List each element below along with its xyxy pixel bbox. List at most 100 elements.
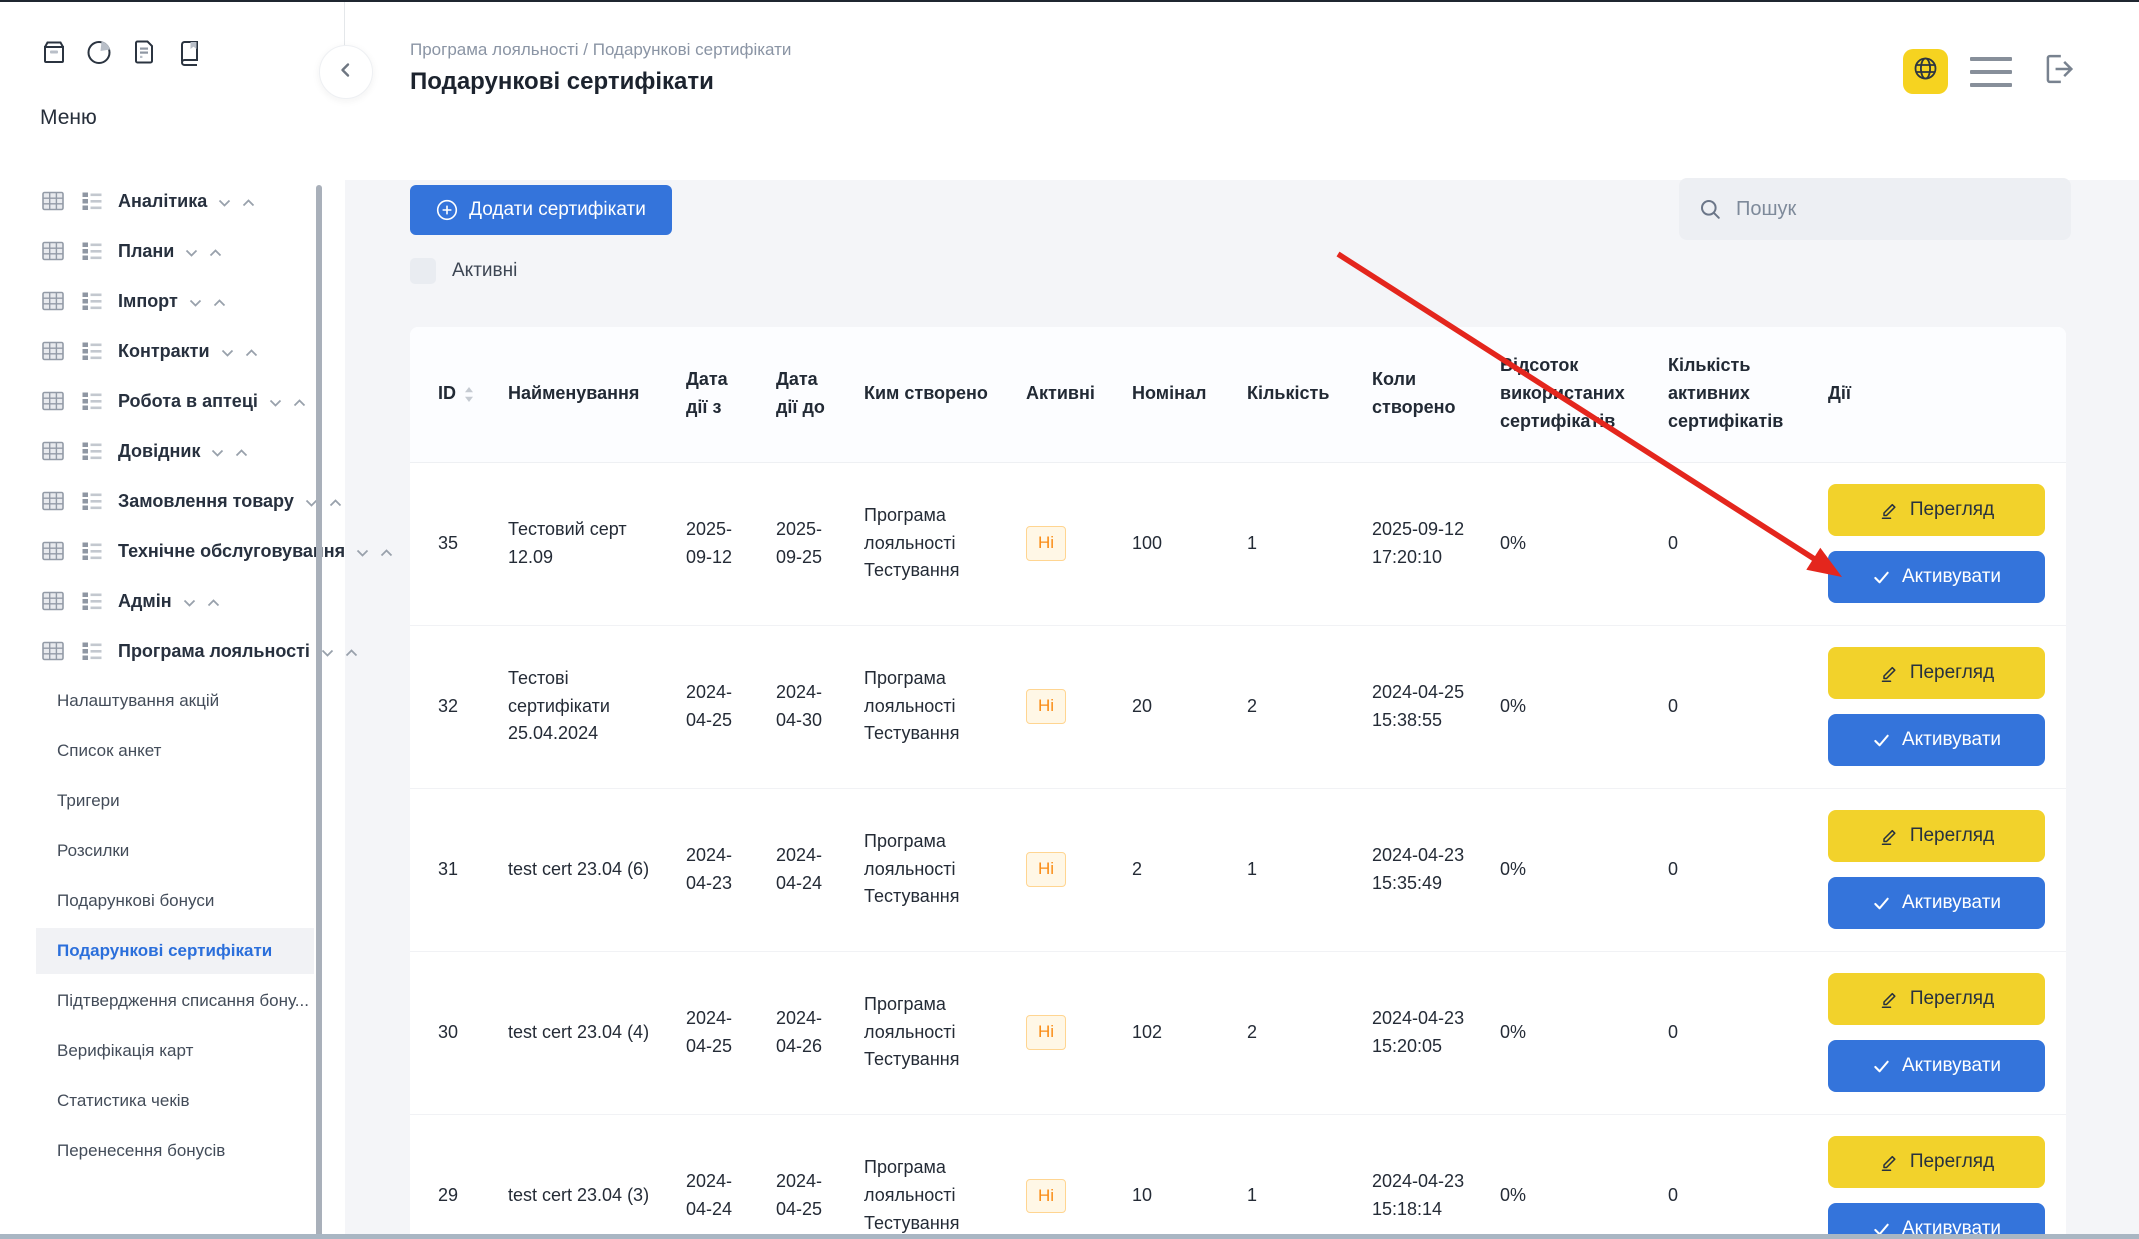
- table-row: 35 Тестовий серт 12.09 2025-09-12 2025-0…: [410, 462, 2066, 625]
- grid-icon: [40, 188, 66, 214]
- list-icon: [79, 188, 105, 214]
- edit-pencil-icon: [1879, 989, 1899, 1009]
- sidebar-item-contracts[interactable]: Контракти: [36, 328, 314, 374]
- sidebar-subitem-receipt-statistics[interactable]: Статистика чеків: [36, 1078, 314, 1124]
- sidebar-subitem-questionnaire-list[interactable]: Список анкет: [36, 728, 314, 774]
- list-icon: [79, 438, 105, 464]
- add-certificates-button[interactable]: Додати сертифікати: [410, 185, 672, 235]
- cell-name: test cert 23.04 (4): [492, 951, 670, 1114]
- chevron-up-icon: [207, 599, 220, 607]
- sidebar-item-goods-order[interactable]: Замовлення товару: [36, 478, 314, 524]
- col-header-quantity: Кількість: [1231, 327, 1356, 462]
- cell-date-from: 2024-04-25: [670, 625, 760, 788]
- cell-used-percent: 0%: [1484, 1114, 1652, 1239]
- cell-name: Тестовий серт 12.09: [492, 462, 670, 625]
- grid-icon: [40, 488, 66, 514]
- sidebar-subitem-gift-certificates[interactable]: Подарункові сертифікати: [36, 928, 314, 974]
- check-icon: [1872, 1057, 1891, 1076]
- cell-actions: Перегляд Активувати: [1812, 625, 2066, 788]
- chevron-up-icon: [345, 649, 358, 657]
- cell-created-at: 2024-04-23 15:35:49: [1356, 788, 1484, 951]
- cell-active: Ні: [1010, 625, 1116, 788]
- cell-id: 35: [410, 462, 492, 625]
- sidebar-subitem-gift-bonuses[interactable]: Подарункові бонуси: [36, 878, 314, 924]
- sort-icon[interactable]: [464, 386, 474, 403]
- view-button[interactable]: Перегляд: [1828, 647, 2045, 699]
- cell-created-at: 2025-09-12 17:20:10: [1356, 462, 1484, 625]
- cell-id: 31: [410, 788, 492, 951]
- sidebar-subitem-writeoff-confirmation[interactable]: Підтвердження списання бону...: [36, 978, 314, 1024]
- sidebar-item-import[interactable]: Імпорт: [36, 278, 314, 324]
- chevron-up-icon: [213, 299, 226, 307]
- header-divider: [344, 0, 345, 46]
- status-badge: Ні: [1026, 852, 1066, 886]
- horizontal-scrollbar[interactable]: [0, 1234, 2139, 1239]
- document-icon[interactable]: [130, 38, 158, 66]
- book-icon[interactable]: [175, 38, 203, 66]
- active-checkbox[interactable]: [410, 258, 436, 284]
- menu-title: Меню: [40, 106, 97, 130]
- activate-button[interactable]: Активувати: [1828, 877, 2045, 929]
- view-button[interactable]: Перегляд: [1828, 484, 2045, 536]
- cell-created-by: Програма лояльності Тестування: [848, 1114, 1010, 1239]
- sidebar-item-pharmacy-work[interactable]: Робота в аптеці: [36, 378, 314, 424]
- view-button[interactable]: Перегляд: [1828, 1136, 2045, 1188]
- search-input[interactable]: [1734, 197, 2051, 222]
- archive-icon[interactable]: [40, 38, 68, 66]
- cell-quantity: 2: [1231, 625, 1356, 788]
- table-row: 32 Тестові сертифікати 25.04.2024 2024-0…: [410, 625, 2066, 788]
- list-icon: [79, 488, 105, 514]
- list-icon: [79, 588, 105, 614]
- table-row: 31 test cert 23.04 (6) 2024-04-23 2024-0…: [410, 788, 2066, 951]
- activate-button[interactable]: Активувати: [1828, 1040, 2045, 1092]
- chevron-up-icon: [329, 499, 342, 507]
- check-icon: [1872, 568, 1891, 587]
- language-button[interactable]: [1903, 49, 1948, 94]
- sidebar-item-admin[interactable]: Адмін: [36, 578, 314, 624]
- sidebar-scrollbar[interactable]: [316, 185, 322, 1239]
- cell-date-to: 2024-04-25: [760, 1114, 848, 1239]
- cell-active: Ні: [1010, 462, 1116, 625]
- sidebar: Меню Аналітика Плани: [0, 0, 345, 1239]
- sidebar-subitem-mailings[interactable]: Розсилки: [36, 828, 314, 874]
- chevron-up-icon: [245, 349, 258, 357]
- cell-id: 32: [410, 625, 492, 788]
- cell-quantity: 1: [1231, 788, 1356, 951]
- sidebar-subitem-bonus-transfer[interactable]: Перенесення бонусів: [36, 1128, 314, 1174]
- view-button[interactable]: Перегляд: [1828, 810, 2045, 862]
- activate-button[interactable]: Активувати: [1828, 551, 2045, 603]
- sidebar-item-analytics[interactable]: Аналітика: [36, 178, 314, 224]
- view-button[interactable]: Перегляд: [1828, 973, 2045, 1025]
- chevron-down-icon: [185, 249, 198, 257]
- cell-used-percent: 0%: [1484, 625, 1652, 788]
- cell-date-from: 2024-04-24: [670, 1114, 760, 1239]
- cell-name: test cert 23.04 (3): [492, 1114, 670, 1239]
- sidebar-item-maintenance[interactable]: Технічне обслуговування: [36, 528, 314, 574]
- chevron-down-icon: [356, 549, 369, 557]
- col-header-name: Найменування: [492, 327, 670, 462]
- chevron-down-icon: [183, 599, 196, 607]
- activate-button[interactable]: Активувати: [1828, 714, 2045, 766]
- cell-active: Ні: [1010, 788, 1116, 951]
- breadcrumb[interactable]: Програма лояльності / Подарункові сертиф…: [410, 40, 791, 60]
- sidebar-item-directory[interactable]: Довідник: [36, 428, 314, 474]
- sidebar-subitem-card-verification[interactable]: Верифікація карт: [36, 1028, 314, 1074]
- chevron-down-icon: [221, 349, 234, 357]
- sidebar-subitem-promo-settings[interactable]: Налаштування акцій: [36, 678, 314, 724]
- sidebar-subitem-triggers[interactable]: Тригери: [36, 778, 314, 824]
- chevron-down-icon: [321, 649, 334, 657]
- search-icon: [1699, 198, 1722, 221]
- cell-date-from: 2025-09-12: [670, 462, 760, 625]
- menu-icon[interactable]: [1970, 55, 2012, 87]
- col-header-id[interactable]: ID: [410, 327, 492, 462]
- col-header-created-at: Коли створено: [1356, 327, 1484, 462]
- plus-circle-icon: [436, 199, 458, 221]
- grid-icon: [40, 538, 66, 564]
- logout-button[interactable]: [2034, 48, 2080, 94]
- grid-icon: [40, 338, 66, 364]
- sidebar-item-loyalty-program[interactable]: Програма лояльності: [36, 628, 314, 674]
- pie-chart-icon[interactable]: [85, 38, 113, 66]
- sidebar-collapse-button[interactable]: [319, 45, 373, 99]
- sidebar-item-plans[interactable]: Плани: [36, 228, 314, 274]
- grid-icon: [40, 238, 66, 264]
